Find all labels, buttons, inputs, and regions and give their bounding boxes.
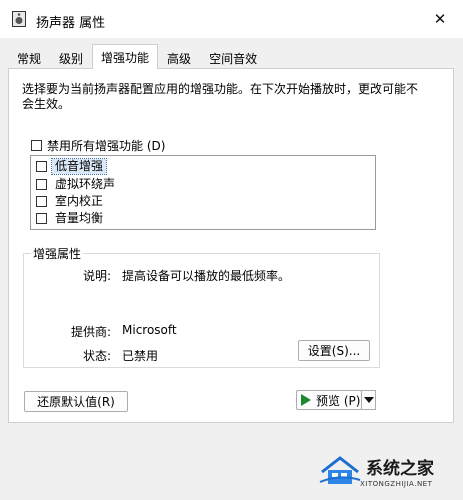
list-item[interactable]: 虚拟环绕声 <box>36 176 118 192</box>
enhancement-label: 室内校正 <box>55 193 104 208</box>
enhancement-checkbox[interactable] <box>36 195 47 207</box>
tab-enhancements[interactable]: 增强功能 <box>92 44 159 69</box>
play-icon <box>301 394 311 406</box>
watermark-logo-icon <box>319 456 361 484</box>
title-bar: 扬声器 属性 ✕ <box>0 0 463 38</box>
disable-all-label: 禁用所有增强功能 (D) <box>47 139 166 153</box>
status-label: 状态: <box>83 349 112 363</box>
preview-button[interactable]: 预览 (P) <box>296 390 362 410</box>
provider-label: 提供商: <box>71 325 112 339</box>
tab-spatial-sound[interactable]: 空间音效 <box>200 46 266 69</box>
watermark-text: 系统之家 <box>366 459 434 479</box>
status-value: 已禁用 <box>122 349 159 363</box>
close-button[interactable]: ✕ <box>417 0 463 38</box>
enhancements-description: 选择要为当前扬声器配置应用的增强功能。在下次开始播放时，更改可能不会生效。 <box>22 82 419 111</box>
preview-dropdown-button[interactable] <box>361 390 376 410</box>
list-item[interactable]: 音量均衡 <box>36 210 106 226</box>
tab-advanced[interactable]: 高级 <box>158 46 200 69</box>
group-title: 增强属性 <box>31 245 84 262</box>
chevron-down-icon <box>363 397 374 403</box>
close-icon: ✕ <box>433 10 447 28</box>
enhancement-label: 音量均衡 <box>55 210 104 225</box>
disable-all-checkbox[interactable] <box>31 140 42 151</box>
tab-strip: 常规 级别 增强功能 高级 空间音效 <box>8 44 266 69</box>
enhancement-checkbox[interactable] <box>36 178 47 190</box>
provider-value: Microsoft <box>122 323 177 337</box>
restore-defaults-button[interactable]: 还原默认值(R) <box>24 391 128 412</box>
preview-label: 预览 (P) <box>316 393 361 408</box>
enhancements-list[interactable]: 低音增强 虚拟环绕声 室内校正 音量均衡 <box>30 155 376 230</box>
settings-button[interactable]: 设置(S)... <box>298 340 370 361</box>
description-value: 提高设备可以播放的最低频率。 <box>122 269 291 283</box>
tab-general[interactable]: 常规 <box>8 46 50 69</box>
list-item[interactable]: 低音增强 <box>36 157 108 175</box>
enhancement-checkbox[interactable] <box>36 160 47 172</box>
enhancement-label: 低音增强 <box>50 157 108 175</box>
window-title: 扬声器 属性 <box>36 16 106 31</box>
enhancement-label: 虚拟环绕声 <box>55 176 116 191</box>
enhancement-checkbox[interactable] <box>36 212 47 224</box>
speaker-icon <box>12 11 26 27</box>
list-item[interactable]: 室内校正 <box>36 193 106 209</box>
watermark: 系统之家 XITONGZHIJIA.NET <box>318 452 458 492</box>
watermark-subtext: XITONGZHIJIA.NET <box>360 480 433 488</box>
tab-levels[interactable]: 级别 <box>50 46 92 69</box>
description-label: 说明: <box>83 269 112 283</box>
disable-all-row[interactable]: 禁用所有增强功能 (D) <box>31 137 165 154</box>
